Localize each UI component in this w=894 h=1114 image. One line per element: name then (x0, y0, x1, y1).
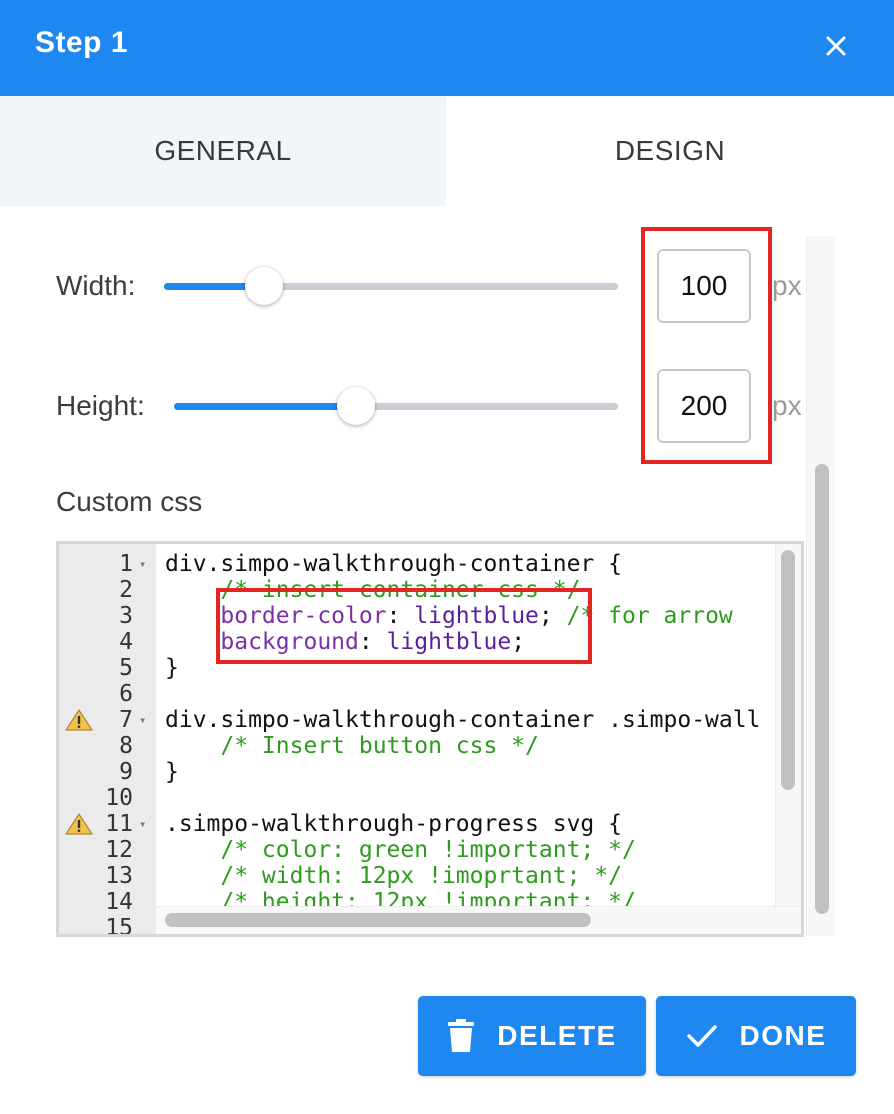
line-number: 3 (119, 603, 133, 629)
tab-general[interactable]: GENERAL (0, 96, 446, 206)
code-line: 7 ▾ div.simpo-walkthrough-container .simpo… (59, 707, 799, 733)
code-line: 13 /* width: 12px !imoprtant; */ (59, 863, 799, 889)
width-unit: px (772, 270, 802, 301)
code-text[interactable]: /* width: 12px !imoprtant; */ (165, 863, 622, 889)
code-line: 12 /* color: green !important; */ (59, 837, 799, 863)
tab-bar: GENERAL DESIGN (0, 96, 894, 206)
page-scrollbar-thumb[interactable] (815, 464, 829, 914)
fold-arrow-icon[interactable]: ▾ (139, 551, 146, 577)
fold-arrow-icon[interactable]: ▾ (139, 707, 146, 733)
code-highlight-box (216, 588, 592, 664)
code-line: 11 ▾ .simpo-walkthrough-progress svg { (59, 811, 799, 837)
line-number: 14 (105, 889, 133, 915)
line-number: 13 (105, 863, 133, 889)
dialog-title: Step 1 (35, 26, 129, 59)
page-scrollbar[interactable] (806, 236, 835, 936)
code-token: /* width: 12px !imoprtant; */ (165, 863, 622, 889)
done-button[interactable]: DONE (656, 996, 856, 1076)
code-text[interactable]: div.simpo-walkthrough-container .simpo-w… (165, 707, 760, 733)
code-text[interactable]: } (165, 655, 179, 681)
code-line: 9} (59, 759, 799, 785)
trash-icon (448, 1019, 475, 1052)
code-token: div.simpo-walkthrough-container .simpo-w… (165, 707, 761, 733)
line-number: 4 (119, 629, 133, 655)
code-token: .simpo-walkthrough-progress svg { (165, 811, 622, 837)
check-icon (686, 1025, 717, 1047)
editor-vscroll-track[interactable] (775, 544, 801, 906)
code-token: div.simpo-walkthrough-container { (165, 551, 622, 577)
height-slider-fill (174, 403, 357, 410)
tab-design[interactable]: DESIGN (446, 96, 894, 206)
height-unit: px (772, 390, 802, 421)
line-number: 6 (119, 681, 133, 707)
height-slider-thumb[interactable] (337, 387, 376, 425)
height-label: Height: (56, 390, 145, 421)
width-slider-thumb[interactable] (244, 267, 283, 305)
dialog-header: Step 1 (0, 0, 894, 96)
code-text[interactable]: /* color: green !important; */ (165, 837, 636, 863)
code-line: 1 ▾ div.simpo-walkthrough-container { (59, 551, 799, 577)
code-line: 10 (59, 785, 799, 811)
done-button-label: DONE (739, 1020, 827, 1051)
line-number: 5 (119, 655, 133, 681)
width-slider[interactable] (164, 267, 618, 305)
line-number: 11 (105, 811, 133, 837)
code-token: /* Insert button css */ (165, 733, 539, 759)
line-number: 9 (119, 759, 133, 785)
fold-arrow-icon[interactable]: ▾ (139, 811, 146, 837)
inputs-highlight-box (641, 227, 772, 464)
custom-css-label: Custom css (56, 486, 203, 517)
code-token: /* color: green !important; */ (165, 837, 636, 863)
close-icon[interactable] (820, 30, 852, 62)
code-line: 8 /* Insert button css */ (59, 733, 799, 759)
code-text[interactable]: /* Insert button css */ (165, 733, 539, 759)
editor-vscroll-thumb[interactable] (781, 550, 795, 790)
line-number: 7 (119, 707, 133, 733)
line-number: 10 (105, 785, 133, 811)
width-label: Width: (56, 270, 136, 301)
code-token: } (165, 655, 179, 681)
line-number: 15 (105, 915, 133, 937)
editor-hscroll-thumb[interactable] (165, 913, 591, 927)
line-number: 8 (119, 733, 133, 759)
line-number: 2 (119, 577, 133, 603)
line-number: 12 (105, 837, 133, 863)
delete-button[interactable]: DELETE (418, 996, 646, 1076)
code-text[interactable]: div.simpo-walkthrough-container { (165, 551, 622, 577)
editor-hscroll-track[interactable] (156, 906, 801, 934)
code-line: 6 (59, 681, 799, 707)
code-token: } (165, 759, 179, 785)
height-slider[interactable] (174, 387, 618, 425)
code-text[interactable]: } (165, 759, 179, 785)
code-text[interactable]: .simpo-walkthrough-progress svg { (165, 811, 622, 837)
line-number: 1 (119, 551, 133, 577)
delete-button-label: DELETE (497, 1020, 617, 1051)
